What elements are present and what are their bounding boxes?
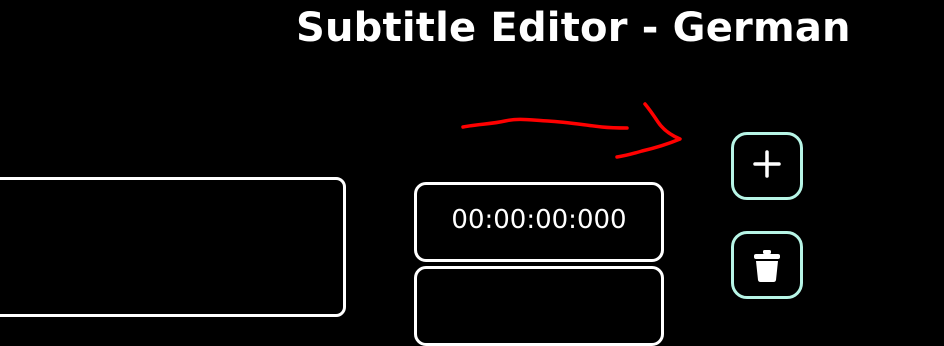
page-title: Subtitle Editor - German	[296, 5, 851, 51]
plus-icon	[753, 150, 781, 178]
subtitle-text-box[interactable]	[0, 177, 346, 317]
end-time-field[interactable]	[414, 266, 664, 346]
start-time-field[interactable]: 00:00:00:000	[414, 182, 664, 262]
add-subtitle-button[interactable]	[731, 132, 803, 200]
delete-subtitle-button[interactable]	[731, 231, 803, 299]
start-time-value: 00:00:00:000	[451, 205, 627, 235]
trash-icon	[754, 250, 780, 282]
